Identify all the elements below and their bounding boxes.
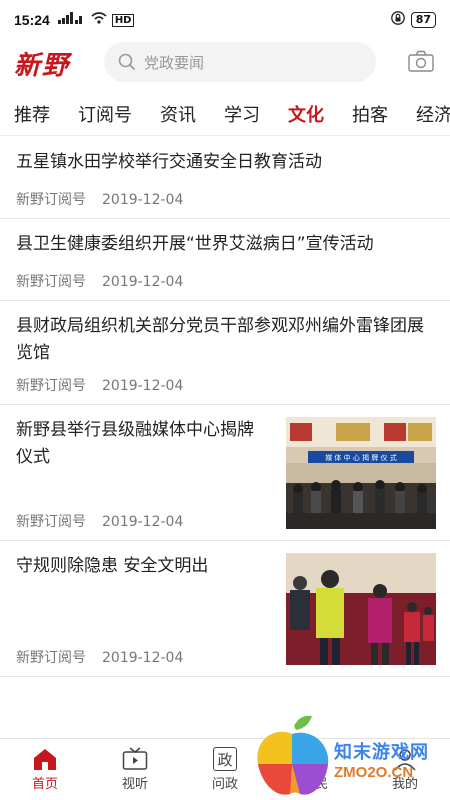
news-item[interactable]: 县卫生健康委组织开展“世界艾滋病日”宣传活动 新野订阅号 2019-12-04 xyxy=(0,219,450,301)
tab-news[interactable]: 资讯 xyxy=(146,101,210,127)
tab-study[interactable]: 学习 xyxy=(210,101,274,127)
tab-recommend[interactable]: 推荐 xyxy=(0,101,64,127)
news-source: 新野订阅号 xyxy=(16,378,86,394)
lock-icon xyxy=(390,11,405,29)
tab-culture[interactable]: 文化 xyxy=(274,101,338,127)
news-date: 2019-12-04 xyxy=(102,192,184,208)
news-item[interactable]: 五星镇水田学校举行交通安全日教育活动 新野订阅号 2019-12-04 xyxy=(0,137,450,219)
news-item[interactable]: 县财政局组织机关部分党员干部参观邓州编外雷锋团展览馆 新野订阅号 2019-12-… xyxy=(0,301,450,405)
nav-video-label: 视听 xyxy=(121,777,148,792)
watermark-text: 知末游戏网 xyxy=(334,742,429,763)
tab-photographer[interactable]: 拍客 xyxy=(338,101,402,127)
news-title: 守规则除隐患 安全文明出 xyxy=(16,556,209,576)
news-source: 新野订阅号 xyxy=(16,274,86,290)
news-title: 县财政局组织机关部分党员干部参观邓州编外雷锋团展览馆 xyxy=(16,316,424,363)
news-date: 2019-12-04 xyxy=(102,274,184,290)
app-header: 新野 党政要闻 xyxy=(0,40,450,86)
apple-logo-icon xyxy=(257,715,329,795)
nav-home[interactable]: 首页 xyxy=(0,739,90,800)
tab-economy[interactable]: 经济 xyxy=(402,101,450,127)
news-source: 新野订阅号 xyxy=(16,514,86,530)
news-source: 新野订阅号 xyxy=(16,650,86,666)
news-meta: 新野订阅号 2019-12-04 xyxy=(16,647,183,667)
news-meta: 新野订阅号 2019-12-04 xyxy=(16,511,183,531)
category-tabs: 推荐 订阅号 资讯 学习 文化 拍客 经济 xyxy=(0,92,450,136)
home-icon xyxy=(34,749,56,770)
search-icon xyxy=(118,53,136,71)
battery-indicator: 87 xyxy=(410,12,436,28)
politics-icon-text: 政 xyxy=(217,750,233,769)
status-time: 15:24 xyxy=(14,12,50,28)
news-meta: 新野订阅号 2019-12-04 xyxy=(16,189,183,209)
nav-video[interactable]: 视听 xyxy=(90,739,180,800)
camera-icon[interactable] xyxy=(408,50,434,76)
search-placeholder: 党政要闻 xyxy=(144,53,205,72)
news-date: 2019-12-04 xyxy=(102,650,184,666)
status-bar: 15:24 HD 87 xyxy=(0,0,450,40)
news-title: 县卫生健康委组织开展“世界艾滋病日”宣传活动 xyxy=(16,234,374,254)
news-thumbnail[interactable]: 媒 体 中 心 揭 牌 仪 式 xyxy=(286,417,436,529)
news-title: 新野县举行县级融媒体中心揭牌仪式 xyxy=(16,420,254,467)
news-meta: 新野订阅号 2019-12-04 xyxy=(16,375,183,395)
tab-subscription[interactable]: 订阅号 xyxy=(64,101,146,127)
tv-icon xyxy=(122,747,148,770)
news-date: 2019-12-04 xyxy=(102,378,184,394)
news-thumbnail[interactable] xyxy=(286,553,436,665)
news-item[interactable]: 新野县举行县级融媒体中心揭牌仪式 新野订阅号 2019-12-04 媒 体 中 心… xyxy=(0,405,450,541)
site-watermark: 知末游戏网 ZMO2O.CN xyxy=(250,712,450,800)
thumb-caption: 媒 体 中 心 揭 牌 仪 式 xyxy=(325,453,397,462)
nav-home-label: 首页 xyxy=(31,777,58,792)
app-logo: 新野 xyxy=(14,50,71,81)
news-item[interactable]: 守规则除隐患 安全文明出 新野订阅号 2019-12-04 xyxy=(0,541,450,677)
news-meta: 新野订阅号 2019-12-04 xyxy=(16,271,183,291)
search-input[interactable]: 党政要闻 xyxy=(104,42,376,82)
signal-icon xyxy=(57,12,86,28)
politics-icon: 政 xyxy=(213,747,237,771)
news-title: 五星镇水田学校举行交通安全日教育活动 xyxy=(16,152,322,172)
news-date: 2019-12-04 xyxy=(102,514,184,530)
wifi-icon xyxy=(91,12,107,28)
watermark-url: ZMO2O.CN xyxy=(334,764,414,781)
hd-label: HD xyxy=(111,13,135,27)
news-source: 新野订阅号 xyxy=(16,192,86,208)
nav-politics-label: 问政 xyxy=(211,777,238,792)
